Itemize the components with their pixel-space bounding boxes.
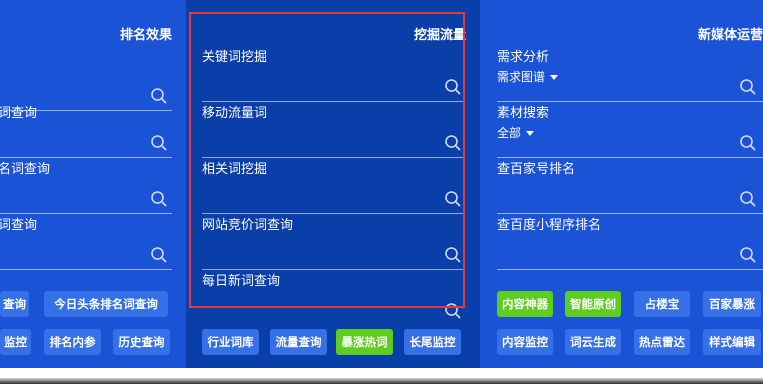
left-button-monitor[interactable]: 监控 [0, 329, 31, 355]
right-button-hot-radar[interactable]: 热点雷达 [634, 329, 690, 355]
caret-down-icon [550, 75, 559, 80]
search-icon[interactable] [150, 246, 168, 264]
middle-field-bid-words[interactable]: 网站竞价词查询 [186, 214, 480, 270]
middle-field-keyword-mining[interactable]: 关键词挖掘 [186, 46, 480, 102]
left-panel-title: 排名效果 [119, 28, 172, 43]
field-underline [0, 269, 172, 270]
dropdown-value: 需求图谱 [497, 70, 546, 84]
right-field-demand-analysis[interactable]: 需求分析 需求图谱 [480, 46, 763, 102]
left-button-history[interactable]: 历史查询 [113, 329, 170, 355]
middle-panel-title: 挖掘流量 [413, 28, 466, 43]
middle-field-mobile-traffic[interactable]: 移动流量词 [186, 102, 480, 158]
right-button-zhanloubao[interactable]: 占楼宝 [634, 291, 690, 317]
left-button-rank-insider[interactable]: 排名内参 [44, 329, 101, 355]
middle-panel: 挖掘流量 关键词挖掘 移动流量词 相关词挖掘 网站竞价词查询 每日新词查询 行业… [186, 0, 480, 368]
search-icon[interactable] [444, 246, 462, 264]
search-icon[interactable] [444, 78, 462, 96]
search-icon[interactable] [739, 134, 757, 152]
middle-button-hot-words[interactable]: 暴涨热词 [336, 329, 393, 355]
middle-button-industry-lexicon[interactable]: 行业词库 [202, 329, 259, 355]
field-label: 相关词挖掘 [202, 162, 268, 177]
search-icon[interactable] [444, 302, 462, 320]
middle-button-longtail-monitor[interactable]: 长尾监控 [404, 329, 461, 355]
search-icon[interactable] [739, 190, 757, 208]
right-button-smart-original[interactable]: 智能原创 [565, 291, 621, 317]
right-button-baijia-surge[interactable]: 百家暴涨 [703, 291, 761, 317]
field-label: 名词查询 [0, 162, 51, 177]
search-icon[interactable] [444, 134, 462, 152]
left-button-query[interactable]: 查询 [0, 291, 29, 317]
field-label: 每日新词查询 [202, 274, 281, 289]
search-icon[interactable] [150, 134, 168, 152]
left-field-2[interactable]: 名词查询 [0, 158, 186, 214]
field-label: 关键词挖掘 [202, 50, 268, 65]
field-label: 词查询 [0, 106, 38, 121]
footer-shadow-strip [0, 378, 763, 384]
middle-button-traffic-query[interactable]: 流量查询 [270, 329, 327, 355]
field-label: 查百度小程序排名 [497, 218, 602, 233]
right-panel: 新媒体运营 需求分析 需求图谱 素材搜索 全部 查百家号排名 查百度小程序排名 … [480, 0, 763, 368]
field-label: 查百家号排名 [497, 162, 576, 177]
demand-graph-dropdown[interactable]: 需求图谱 [497, 68, 559, 85]
search-icon[interactable] [150, 190, 168, 208]
right-button-content-tool[interactable]: 内容神器 [497, 291, 553, 317]
field-label: 移动流量词 [202, 106, 268, 121]
search-icon[interactable] [739, 78, 757, 96]
right-button-content-monitor[interactable]: 内容监控 [497, 329, 553, 355]
material-type-dropdown[interactable]: 全部 [497, 124, 535, 141]
field-label: 素材搜索 [497, 106, 550, 121]
caret-down-icon [526, 131, 535, 136]
field-label: 需求分析 [497, 50, 550, 65]
search-icon[interactable] [444, 190, 462, 208]
right-field-mini-program-rank[interactable]: 查百度小程序排名 [480, 214, 763, 270]
middle-field-daily-new-words[interactable]: 每日新词查询 [186, 270, 480, 326]
field-label: 词查询 [0, 218, 38, 233]
right-field-baijiahao-rank[interactable]: 查百家号排名 [480, 158, 763, 214]
left-field-3[interactable]: 词查询 [0, 214, 186, 270]
search-icon[interactable] [739, 246, 757, 264]
middle-field-related-words[interactable]: 相关词挖掘 [186, 158, 480, 214]
field-label: 网站竞价词查询 [202, 218, 294, 233]
right-button-style-editor[interactable]: 样式编辑 [703, 329, 761, 355]
right-panel-title: 新媒体运营 [697, 28, 763, 43]
right-button-word-cloud[interactable]: 词云生成 [565, 329, 621, 355]
footer-bar [0, 368, 763, 384]
left-button-toutiao-rank[interactable]: 今日头条排名词查询 [44, 291, 168, 317]
left-field-1[interactable]: 词查询 [0, 102, 186, 158]
field-underline [497, 269, 763, 270]
right-field-material-search[interactable]: 素材搜索 全部 [480, 102, 763, 158]
left-panel: 排名效果 词查询 名词查询 词查询 查询 今日头条排名词查询 监控 排名内参 历… [0, 0, 186, 368]
dropdown-value: 全部 [497, 126, 522, 140]
